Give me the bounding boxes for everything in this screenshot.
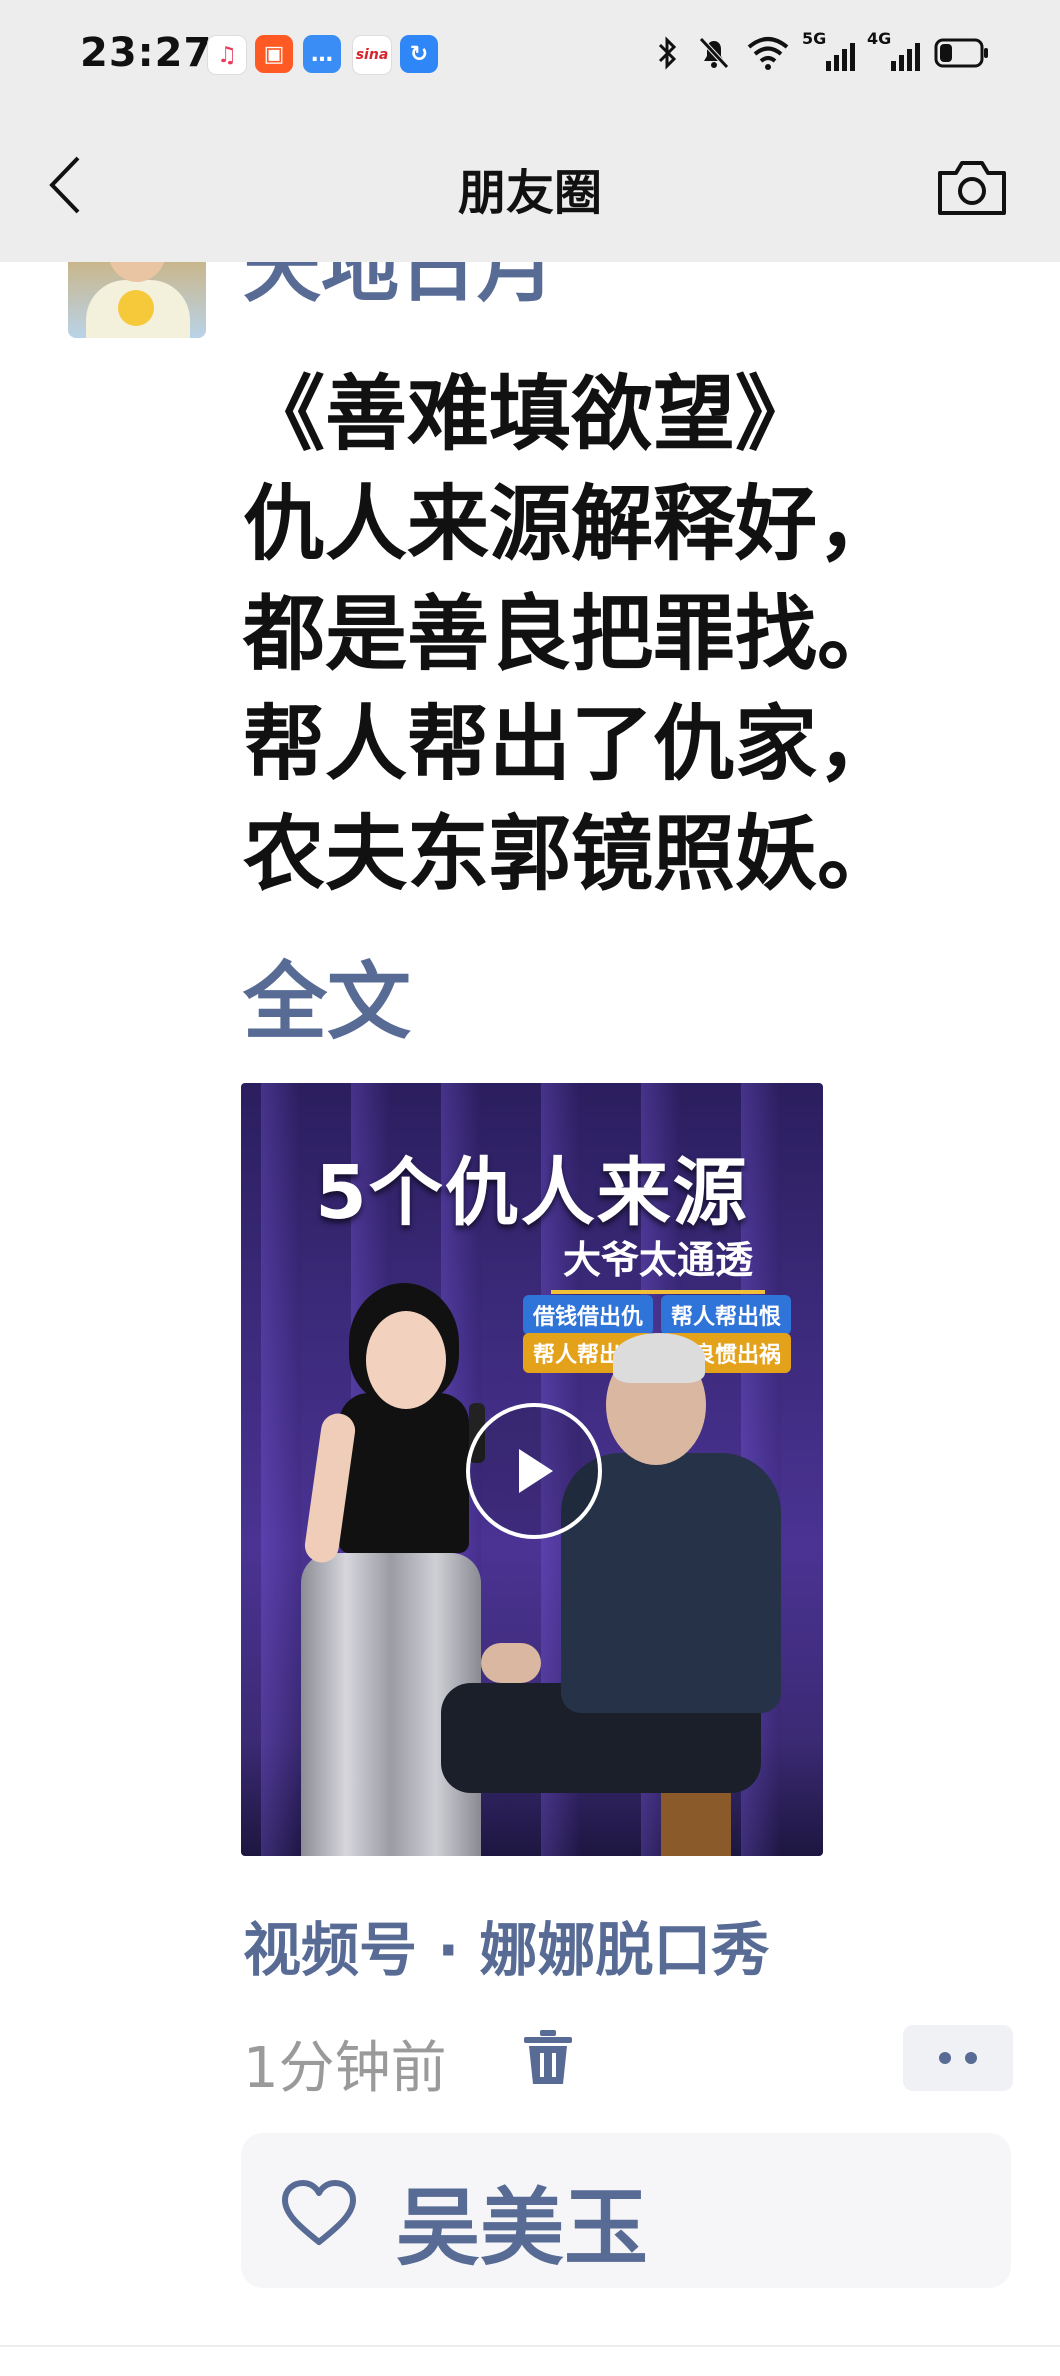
divider (0, 2345, 1060, 2347)
post-text-line: 《善难填欲望》 (243, 367, 818, 462)
system-icons: 5G 4G (654, 29, 990, 71)
full-text-link[interactable]: 全文 (243, 935, 411, 1056)
mute-icon (699, 37, 729, 69)
likes-box: 吴美玉 (241, 2133, 1011, 2288)
camera-icon (938, 161, 1006, 215)
sina-icon: sina (352, 35, 392, 75)
video-subtitle: 大爷太通透 (551, 1223, 766, 1294)
music-icon: ♫ (207, 35, 247, 75)
bluetooth-icon (658, 36, 677, 70)
camera-button[interactable] (934, 149, 1010, 225)
heart-icon (282, 2180, 356, 2245)
dot-icon (939, 2052, 951, 2064)
message-icon: … (303, 35, 341, 73)
liker-name[interactable]: 吴美玉 (396, 2161, 648, 2282)
video-figure-man (661, 1783, 731, 1856)
status-bar: 23:27 ♫ ▣ … sina ↻ 5G 4G (0, 0, 1060, 115)
video-tag: 帮人帮出恨 (661, 1295, 792, 1335)
post-timestamp: 1分钟前 (243, 2036, 447, 2101)
dot-icon (965, 2052, 977, 2064)
wifi-icon (747, 37, 789, 70)
page-title: 朋友圈 (457, 165, 602, 221)
play-icon (519, 1449, 553, 1493)
post-text-line: 农夫东郭镜照妖。 (243, 807, 900, 902)
kuaishou-icon: ▣ (255, 35, 293, 73)
top-bar: 23:27 ♫ ▣ … sina ↻ 5G 4G 朋友圈 (0, 0, 1060, 262)
battery-icon (934, 38, 988, 68)
post-text: 《善难填欲望》 仇人来源解释好， 都是善良把罪找。 帮人帮出了仇家， 农夫东郭镜… (243, 360, 899, 910)
video-tag: 借钱借出仇 (523, 1295, 654, 1335)
trash-icon (524, 2030, 572, 2084)
browser-icon: ↻ (400, 35, 438, 73)
signal-5g-icon: 5G (802, 29, 855, 71)
video-card[interactable]: 5个仇人来源 大爷太通透 借钱借出仇 帮人帮出恨 帮人帮出恨 善良惯出祸 (241, 1083, 823, 1856)
more-actions-button[interactable] (903, 2025, 1013, 2091)
post-text-line: 都是善良把罪找。 (243, 587, 900, 682)
post-text-line: 仇人来源解释好， (243, 477, 900, 572)
post-text-line: 帮人帮出了仇家， (243, 697, 900, 792)
status-time: 23:27 (80, 30, 213, 76)
video-source-link[interactable]: 视频号 · 娜娜脱口秀 (243, 1903, 769, 1987)
play-button[interactable] (466, 1403, 602, 1539)
delete-button[interactable] (520, 2028, 576, 2088)
signal-4g-icon: 4G (867, 29, 920, 71)
nav-header: 朋友圈 (0, 115, 1060, 262)
